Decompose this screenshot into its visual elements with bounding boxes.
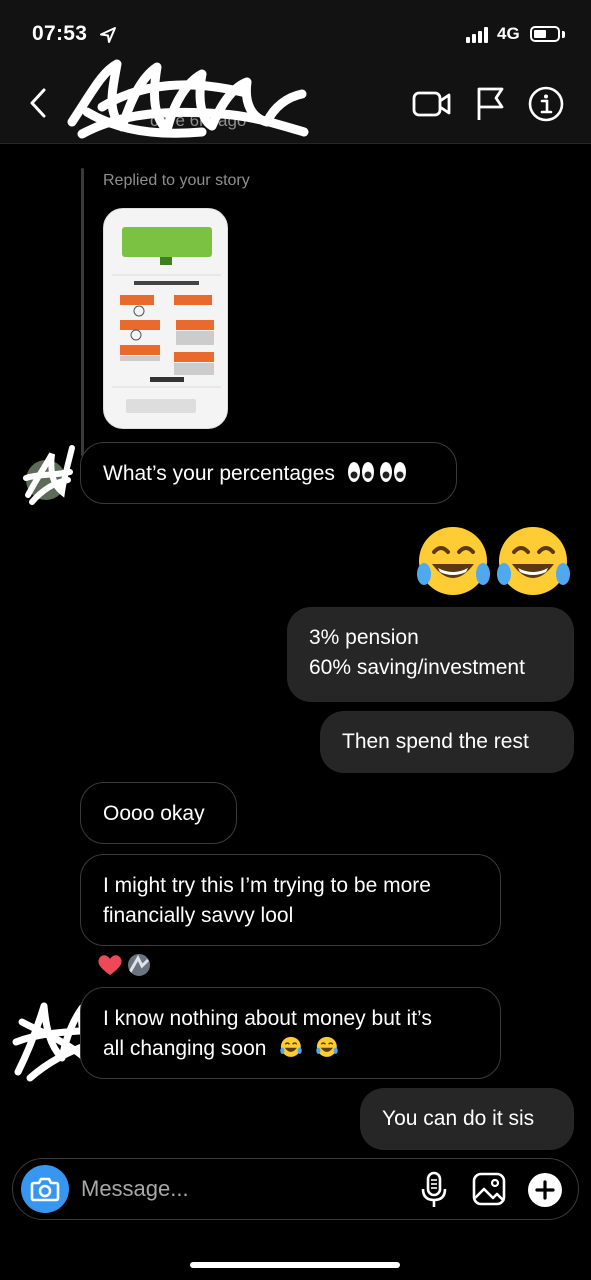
network-type: 4G [497,24,520,43]
story-thumbnail[interactable] [103,208,228,429]
message-text: financially savvy lool [103,904,294,927]
message-text: What’s your percentages [103,462,335,485]
message-incoming[interactable]: I might try this I’m trying to be more f… [80,854,501,946]
message-composer [12,1158,579,1220]
message-outgoing[interactable]: 3% pension 60% saving/investment [287,607,574,702]
reactor-avatar[interactable] [126,952,152,978]
username-scribble-redaction[interactable] [62,52,312,142]
location-arrow-icon [100,27,116,43]
joy-emoji-icon[interactable] [496,524,571,599]
message-incoming[interactable]: What’s your percentages [80,442,457,504]
back-chevron-icon[interactable] [24,86,54,120]
dm-screen: 07:53 4G ctive 6m ago Replied to your st… [0,0,591,1280]
joy-emoji-icon [280,1036,303,1057]
status-time: 07:53 [32,22,88,45]
video-call-icon[interactable] [412,88,452,120]
joy-emoji-icon[interactable] [416,524,491,599]
message-text: all changing soon [103,1037,267,1060]
message-outgoing[interactable]: Then spend the rest [320,711,574,773]
story-infographic-image [104,209,227,428]
message-incoming[interactable]: I know nothing about money but it’s all … [80,987,501,1079]
message-text: I might try this I’m trying to be more [103,874,431,897]
battery-tip [562,31,565,38]
home-indicator[interactable] [190,1262,400,1268]
story-reply-label: Replied to your story [103,172,250,189]
message-input[interactable] [81,1169,401,1209]
message-incoming[interactable]: Oooo okay [80,782,237,844]
gallery-icon[interactable] [471,1171,507,1207]
header-bar: 07:53 4G ctive 6m ago [0,0,591,144]
add-plus-icon[interactable] [527,1172,563,1208]
message-text: Then spend the rest [342,730,529,753]
info-icon[interactable] [528,86,564,122]
signal-bars-icon [466,27,488,43]
message-text: 3% pension [309,626,419,649]
battery-icon [530,26,560,42]
message-text: I know nothing about money but it’s [103,1007,432,1030]
heart-reaction-icon[interactable] [96,953,124,977]
message-text: You can do it sis [382,1107,535,1130]
sender-avatar-redacted[interactable] [22,440,76,506]
camera-icon [30,1177,60,1202]
reply-quote-line [81,168,84,456]
camera-button[interactable] [21,1165,69,1213]
message-text: 60% saving/investment [309,656,525,679]
message-outgoing[interactable]: You can do it sis [360,1088,574,1150]
message-text: Oooo okay [103,802,205,825]
joy-emoji-icon [316,1036,338,1057]
report-flag-icon[interactable] [474,86,506,122]
microphone-icon[interactable] [417,1171,451,1209]
eyes-emoji-icon [347,462,406,482]
